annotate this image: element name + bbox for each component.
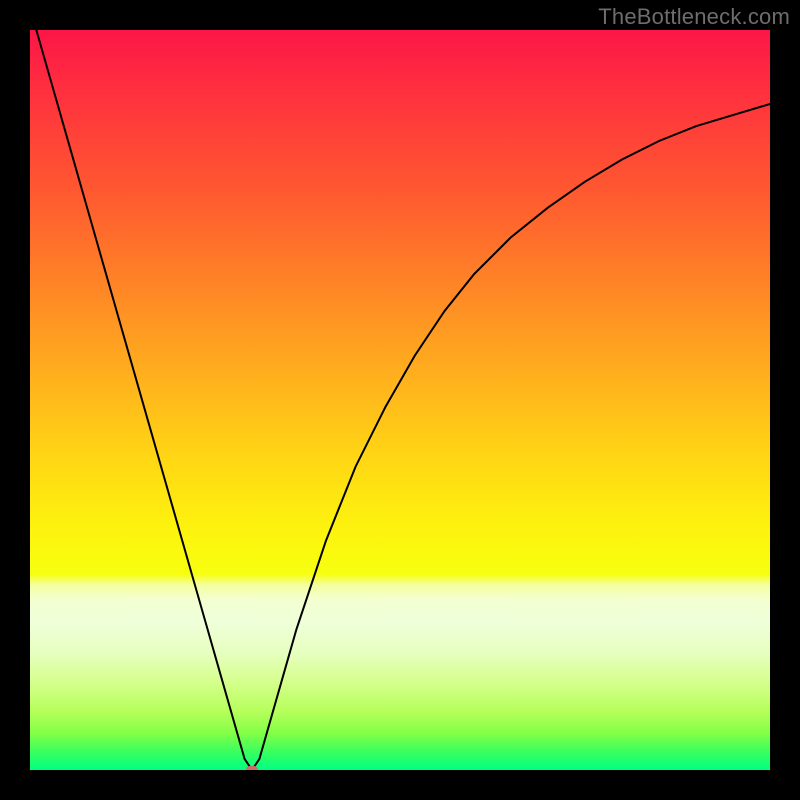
bottleneck-curve (30, 30, 770, 770)
minimum-marker (246, 766, 258, 770)
plot-area (30, 30, 770, 770)
watermark-text: TheBottleneck.com (598, 4, 790, 30)
chart-frame: TheBottleneck.com (0, 0, 800, 800)
